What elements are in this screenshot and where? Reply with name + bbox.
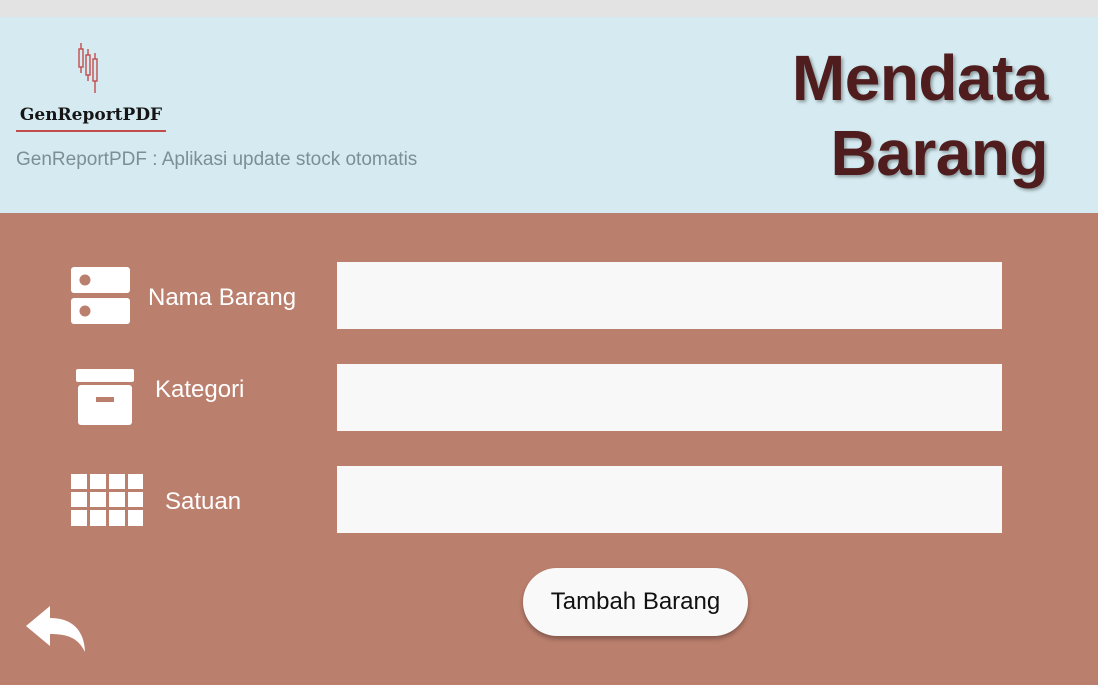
app-logo: GenReportPDF	[14, 43, 168, 151]
grid-icon	[71, 474, 143, 526]
field-label-kategori: Kategori	[155, 376, 245, 403]
back-arrow-icon[interactable]	[24, 604, 88, 656]
status-bar	[0, 0, 1098, 17]
header: GenReportPDF GenReportPDF : Aplikasi upd…	[0, 17, 1098, 213]
kategori-input[interactable]	[337, 364, 1002, 431]
logo-underline	[16, 130, 166, 132]
logo-bars-icon	[78, 43, 98, 93]
field-label-nama-barang: Nama Barang	[148, 284, 297, 311]
server-icon	[71, 267, 130, 324]
app-subtitle: GenReportPDF : Aplikasi update stock oto…	[16, 149, 418, 170]
nama-barang-input[interactable]	[337, 262, 1002, 329]
archive-box-icon	[76, 369, 134, 425]
page-title-line1: Mendata	[791, 42, 1049, 114]
page-title-line2: Barang	[830, 117, 1049, 189]
field-label-satuan: Satuan	[165, 488, 242, 515]
logo-text: GenReportPDF	[19, 105, 163, 125]
tambah-barang-button[interactable]: Tambah Barang	[523, 568, 748, 636]
page-title: Mendata Barang	[791, 41, 1049, 191]
satuan-input[interactable]	[337, 466, 1002, 533]
